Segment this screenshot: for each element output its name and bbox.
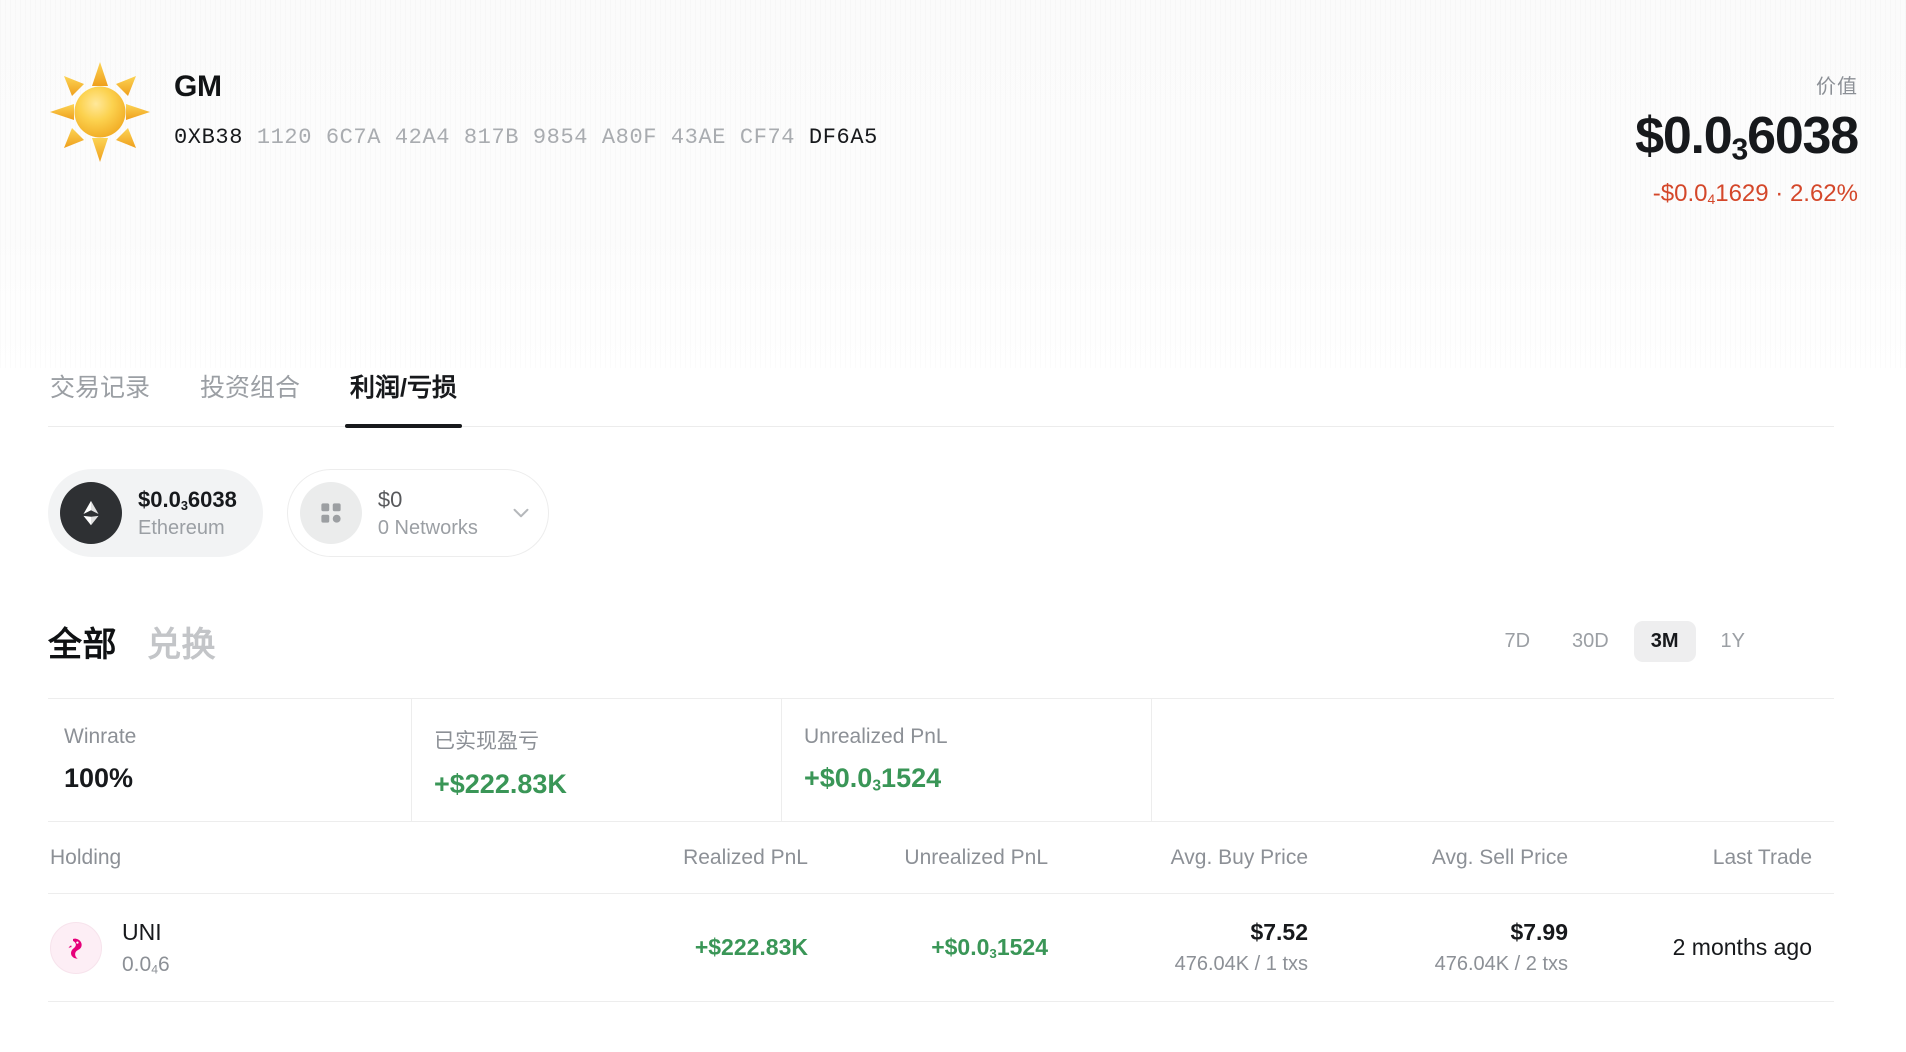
range-7d[interactable]: 7D xyxy=(1487,621,1547,662)
price-change: -$0.041629 · 2.62% xyxy=(1635,180,1858,208)
realized-pnl-value: +$222.83K xyxy=(568,934,808,961)
address-prefix: 0XB38 xyxy=(174,125,243,150)
chain-name-networks: 0 Networks xyxy=(378,517,478,540)
price-prefix: $0.0 xyxy=(1635,107,1731,165)
stat-upnl-zero-count: 3 xyxy=(872,777,881,794)
column-header-last-trade: Last Trade xyxy=(1568,846,1834,870)
stat-unrealized-pnl: Unrealized PnL +$0.031524 xyxy=(782,699,1152,821)
chevron-down-icon[interactable] xyxy=(508,500,534,526)
price-block: 价值 $0.036038 -$0.041629 · 2.62% xyxy=(1635,52,1858,208)
time-range-group: 7D 30D 3M 1Y xyxy=(1487,621,1834,662)
last-trade-value: 2 months ago xyxy=(1568,934,1812,961)
stat-upnl-rest: 1524 xyxy=(881,763,941,793)
stat-winrate: Winrate 100% xyxy=(48,699,412,821)
tab-bar: 交易记录 投资组合 利润/亏损 xyxy=(0,368,1906,427)
chain-value-zero-count: 3 xyxy=(181,497,188,512)
cell-holding: UNI 0.046 xyxy=(48,918,568,977)
chain-value-rest: 6038 xyxy=(188,487,237,512)
cell-realized-pnl: +$222.83K xyxy=(568,934,808,961)
wallet-address[interactable]: 0XB38 1120 6C7A 42A4 817B 9854 A80F 43AE… xyxy=(174,125,878,150)
unrealized-pnl-rest: 1524 xyxy=(997,934,1048,960)
token-amount-prefix: 0.0 xyxy=(122,953,151,976)
table-body: UNI 0.046 +$222.83K +$0.031524 $7.52 476… xyxy=(48,894,1834,1002)
cell-avg-buy-price: $7.52 476.04K / 1 txs xyxy=(1048,919,1308,976)
column-header-avg-sell-price: Avg. Sell Price xyxy=(1308,846,1568,870)
table-row[interactable]: UNI 0.046 +$222.83K +$0.031524 $7.52 476… xyxy=(48,894,1834,1002)
price-rest: 6038 xyxy=(1747,107,1858,165)
page-title: GM xyxy=(174,70,878,103)
stat-winrate-label: Winrate xyxy=(64,725,411,749)
range-3m[interactable]: 3M xyxy=(1634,621,1696,662)
column-header-realized-pnl: Realized PnL xyxy=(568,846,808,870)
uniswap-icon xyxy=(50,922,102,974)
address-suffix: DF6A5 xyxy=(809,125,878,150)
holdings-table: Holding Realized PnL Unrealized PnL Avg.… xyxy=(48,822,1834,1002)
token-amount-rest: 6 xyxy=(158,953,170,976)
range-30d[interactable]: 30D xyxy=(1555,621,1626,662)
stat-winrate-value: 100% xyxy=(64,763,411,794)
avg-buy-price-detail: 476.04K / 1 txs xyxy=(1048,953,1308,976)
stat-realized-pnl-value: +$222.83K xyxy=(434,769,781,800)
chain-value-ethereum: $0.036038 xyxy=(138,486,237,514)
value-label: 价值 xyxy=(1635,70,1858,99)
stat-unrealized-pnl-label: Unrealized PnL xyxy=(804,725,1151,749)
filter-row: 全部 兑换 7D 30D 3M 1Y xyxy=(0,557,1882,666)
token-amount-zero-count: 4 xyxy=(151,963,158,977)
filter-swap[interactable]: 兑换 xyxy=(147,617,216,666)
column-header-unrealized-pnl: Unrealized PnL xyxy=(808,846,1048,870)
avg-buy-price-value: $7.52 xyxy=(1048,919,1308,946)
tab-pnl[interactable]: 利润/亏损 xyxy=(348,368,459,426)
stat-realized-pnl: 已实现盈亏 +$222.83K xyxy=(412,699,782,821)
stat-unrealized-pnl-value: +$0.031524 xyxy=(804,763,1151,795)
tab-transactions[interactable]: 交易记录 xyxy=(48,368,152,426)
stats-summary: Winrate 100% 已实现盈亏 +$222.83K Unrealized … xyxy=(48,698,1834,822)
chain-pill-networks[interactable]: $0 0 Networks xyxy=(287,469,549,557)
token-symbol: UNI xyxy=(122,918,170,947)
range-1y[interactable]: 1Y xyxy=(1704,621,1762,662)
stat-realized-pnl-label: 已实现盈亏 xyxy=(434,725,781,755)
chain-selector: $0.036038 Ethereum $0 0 Networks xyxy=(0,427,1906,557)
filter-group: 全部 兑换 xyxy=(48,617,216,666)
unrealized-pnl-prefix: +$0.0 xyxy=(931,934,989,960)
avg-sell-price-detail: 476.04K / 2 txs xyxy=(1308,953,1568,976)
chain-pill-ethereum[interactable]: $0.036038 Ethereum xyxy=(48,469,263,557)
cell-last-trade: 2 months ago xyxy=(1568,934,1834,961)
change-rest: 1629 · 2.62% xyxy=(1715,180,1858,207)
column-header-holding: Holding xyxy=(48,846,568,870)
token-amount: 0.046 xyxy=(122,953,170,977)
page-root: GM 0XB38 1120 6C7A 42A4 817B 9854 A80F 4… xyxy=(0,0,1906,1052)
unrealized-pnl-zero-count: 3 xyxy=(989,946,996,961)
sun-emoji-icon xyxy=(48,60,152,164)
chain-value-networks: $0 xyxy=(378,486,478,514)
chain-name-ethereum: Ethereum xyxy=(138,517,237,540)
stat-empty xyxy=(1152,699,1834,821)
avg-sell-price-value: $7.99 xyxy=(1308,919,1568,946)
ethereum-icon xyxy=(60,482,122,544)
chain-value-prefix: $0.0 xyxy=(138,487,181,512)
token-price: $0.036038 xyxy=(1635,109,1858,166)
table-header: Holding Realized PnL Unrealized PnL Avg.… xyxy=(48,822,1834,894)
change-prefix: -$0.0 xyxy=(1653,180,1708,207)
cell-unrealized-pnl: +$0.031524 xyxy=(808,934,1048,961)
unrealized-pnl-value: +$0.031524 xyxy=(808,934,1048,961)
tab-portfolio[interactable]: 投资组合 xyxy=(198,368,302,426)
grid-icon xyxy=(300,482,362,544)
filter-all[interactable]: 全部 xyxy=(48,617,117,666)
price-zero-count: 3 xyxy=(1732,134,1748,167)
profile-header: GM 0XB38 1120 6C7A 42A4 817B 9854 A80F 4… xyxy=(0,0,1906,368)
identity-block: GM 0XB38 1120 6C7A 42A4 817B 9854 A80F 4… xyxy=(48,52,878,164)
cell-avg-sell-price: $7.99 476.04K / 2 txs xyxy=(1308,919,1568,976)
address-middle: 1120 6C7A 42A4 817B 9854 A80F 43AE CF74 xyxy=(243,125,809,150)
column-header-avg-buy-price: Avg. Buy Price xyxy=(1048,846,1308,870)
stat-upnl-prefix: +$0.0 xyxy=(804,763,872,793)
